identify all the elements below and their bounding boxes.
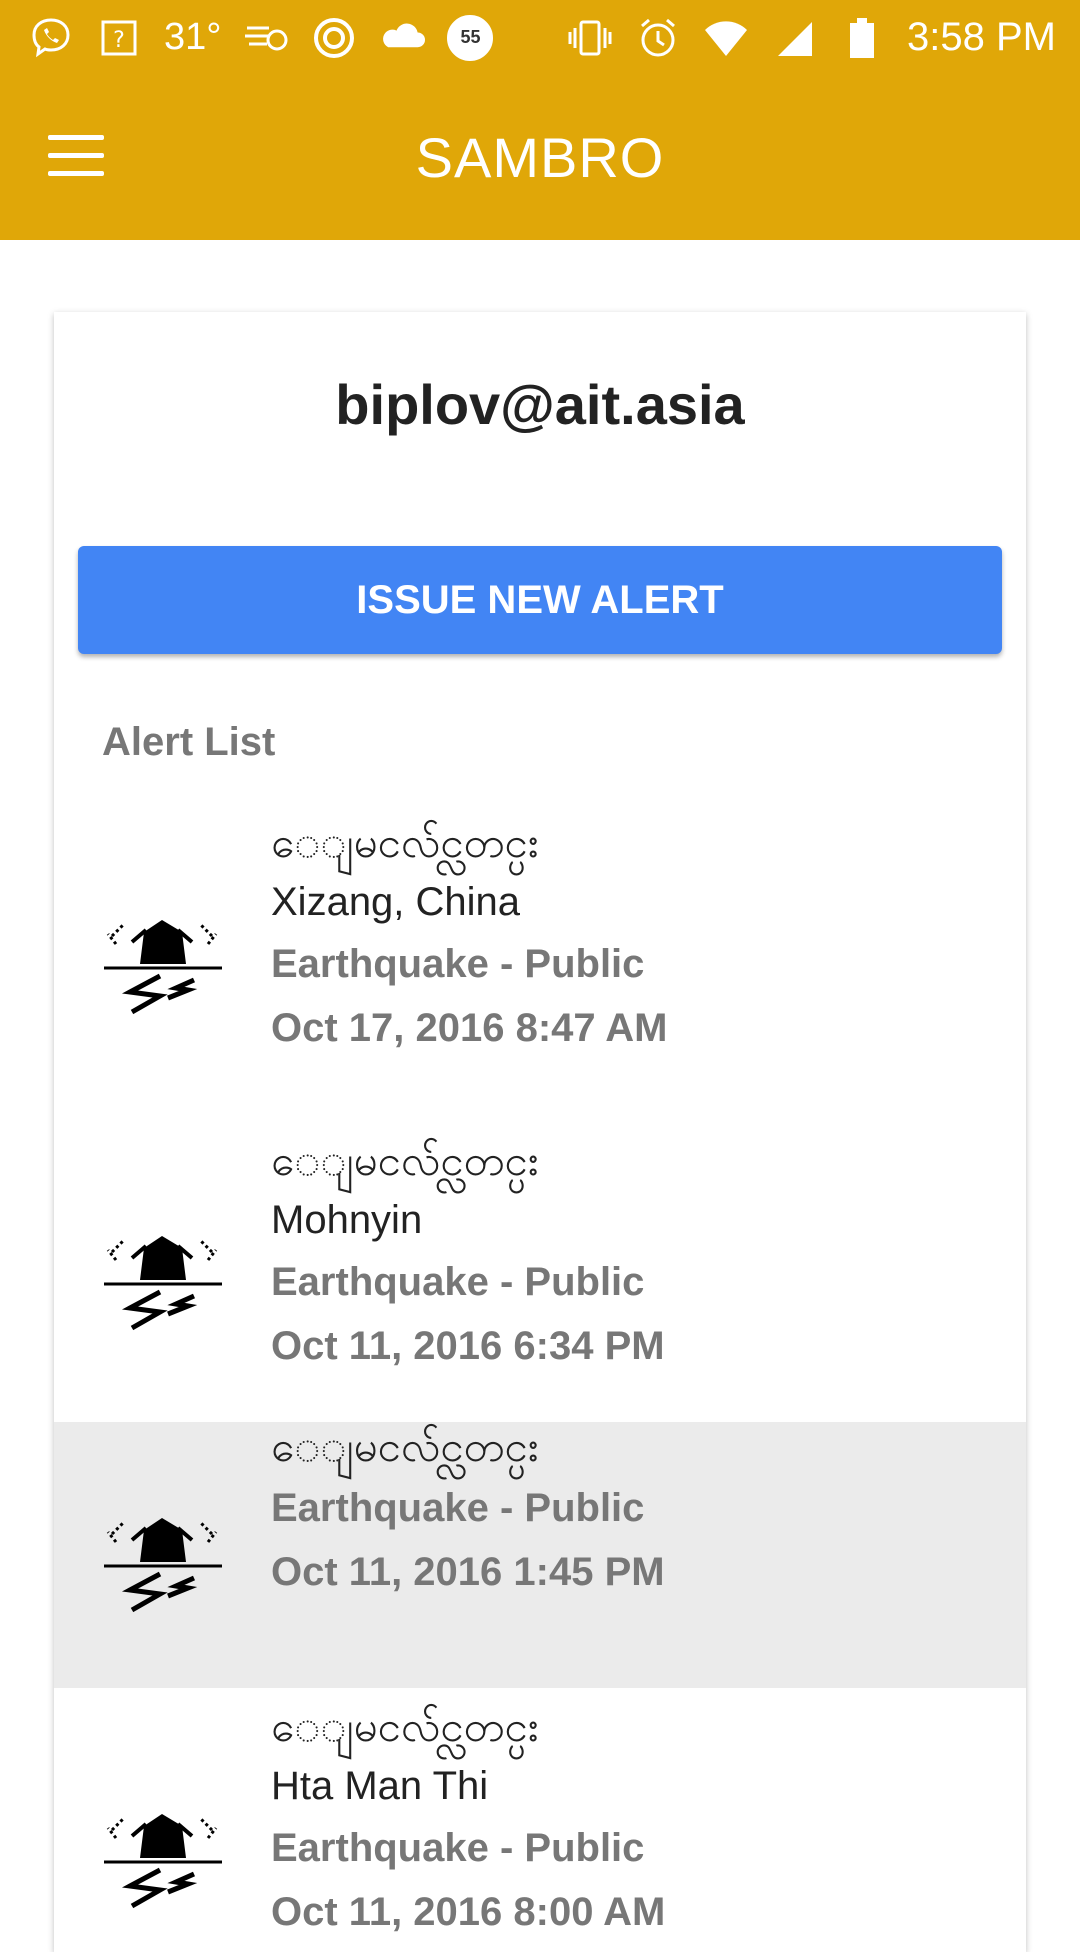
- alert-title: ေျမငလ်င္လတင္ပး: [271, 1423, 539, 1470]
- user-email: biplov@ait.asia: [335, 373, 745, 436]
- svg-text:?: ?: [113, 28, 125, 53]
- bag-badge-icon: 55: [447, 14, 494, 61]
- alarm-icon: [635, 15, 681, 61]
- app-bar: SAMBRO: [0, 75, 1080, 240]
- alert-list: ေျမငလ်င္လတင္ပး Xizang, China Earthquake …: [54, 790, 1026, 1952]
- alert-title: ေျမငလ်င္လတင္ပး: [271, 1703, 539, 1750]
- alert-title: ေျမငလ်င္လတင္ပး: [271, 1137, 539, 1184]
- wifi-icon: [703, 15, 749, 61]
- alert-event: Earthquake - Public: [271, 1260, 645, 1304]
- alert-list-item[interactable]: ေျမငလ်င္လတင္ပး Xizang, China Earthquake …: [54, 790, 1026, 1106]
- vibrate-icon: [567, 15, 613, 61]
- alert-text: ေျမငလ်င္လတင္ပး Earthquake - Public Oct 1…: [271, 1418, 665, 1604]
- target-icon: [311, 15, 357, 61]
- alert-text: ေျမငလ်င္လတင္ပး Xizang, China Earthquake …: [271, 814, 668, 1060]
- status-icons-left: ? 31° 55: [0, 14, 494, 61]
- earthquake-icon: [104, 1236, 222, 1331]
- viber-icon: [28, 15, 74, 61]
- app-title: SAMBRO: [415, 126, 665, 189]
- alert-date: Oct 11, 2016 1:45 PM: [271, 1550, 665, 1594]
- alert-date: Oct 11, 2016 6:34 PM: [271, 1324, 665, 1368]
- alert-event: Earthquake - Public: [271, 1826, 645, 1870]
- alert-event: Earthquake - Public: [271, 1486, 645, 1530]
- alert-list-heading: Alert List: [102, 720, 276, 764]
- alert-title: ေျမငလ်င္လတင္ပး: [271, 819, 539, 866]
- alert-text: ေျမငလ်င္လတင္ပး Hta Man Thi Earthquake - …: [271, 1698, 665, 1944]
- sim-card-icon: ?: [96, 15, 142, 61]
- status-bar: ? 31° 55 3:58 PM: [0, 0, 1080, 75]
- alert-list-item[interactable]: ေျမငလ်င္လတင္ပး Mohnyin Earthquake - Publ…: [54, 1106, 1026, 1422]
- alert-list-item[interactable]: ေျမငလ်င္လတင္ပး Earthquake - Public Oct 1…: [54, 1422, 1026, 1688]
- alerts-card: biplov@ait.asia ISSUE NEW ALERT Alert Li…: [54, 312, 1026, 1952]
- earthquake-icon: [104, 920, 222, 1015]
- battery-icon: [839, 15, 885, 61]
- notification-badge: 55: [447, 14, 494, 61]
- earthquake-icon: [104, 1814, 222, 1909]
- signal-icon: [771, 15, 817, 61]
- alert-date: Oct 17, 2016 8:47 AM: [271, 1006, 668, 1050]
- alert-area: Mohnyin: [271, 1198, 423, 1242]
- weather-icon: [243, 15, 289, 61]
- issue-new-alert-button[interactable]: ISSUE NEW ALERT: [78, 546, 1002, 654]
- alert-area: Hta Man Thi: [271, 1764, 489, 1808]
- status-time: 3:58 PM: [907, 15, 1056, 59]
- alert-date: Oct 11, 2016 8:00 AM: [271, 1890, 666, 1934]
- alert-list-item[interactable]: ေျမငလ်င္လတင္ပး Hta Man Thi Earthquake - …: [54, 1688, 1026, 1952]
- status-icons-right: 3:58 PM: [567, 15, 1080, 61]
- alert-text: ေျမငလ်င္လတင္ပး Mohnyin Earthquake - Publ…: [271, 1132, 665, 1378]
- alert-event: Earthquake - Public: [271, 942, 645, 986]
- cloud-icon: [379, 15, 426, 61]
- earthquake-icon: [104, 1518, 222, 1613]
- alert-area: Xizang, China: [271, 880, 521, 924]
- temperature-text: 31°: [164, 16, 222, 58]
- hamburger-menu-icon[interactable]: [48, 133, 106, 179]
